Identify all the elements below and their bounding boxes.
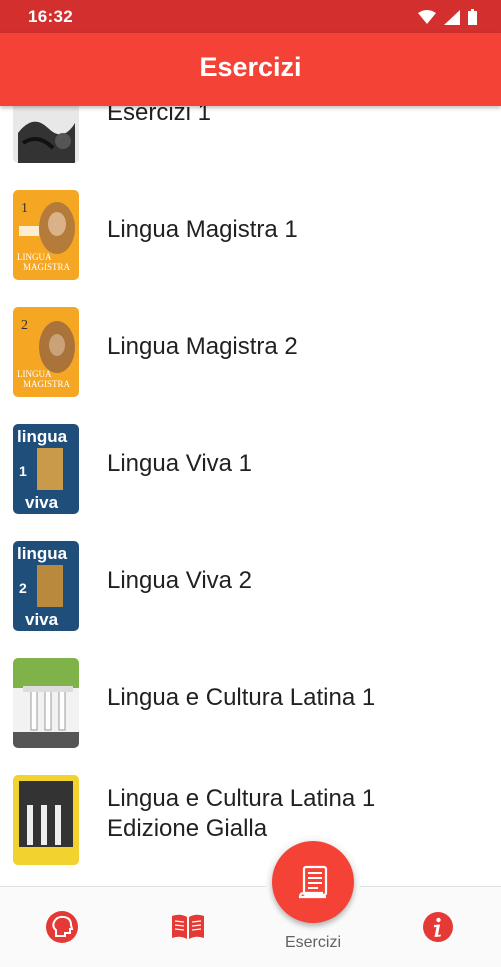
svg-text:MAGISTRA: MAGISTRA xyxy=(23,262,71,272)
lingua-magistra-1-cover: 1 LINGUA MAGISTRA xyxy=(13,190,79,280)
svg-text:2: 2 xyxy=(19,580,27,596)
nav-label-esercizi[interactable]: Esercizi xyxy=(263,934,363,952)
nav-item-library[interactable] xyxy=(170,909,206,945)
svg-text:1: 1 xyxy=(21,201,28,216)
svg-text:LINGUA: LINGUA xyxy=(17,252,52,262)
list-item-title: Lingua Magistra 1 xyxy=(107,216,298,243)
svg-text:viva: viva xyxy=(25,493,59,512)
list-item[interactable]: 2 LINGUA MAGISTRA Lingua Magistra 2 xyxy=(0,284,501,401)
lingua-viva-1-cover: lingua 1 viva xyxy=(13,424,79,514)
list-item[interactable]: Lingua e Cultura Latina 1 Edizione Giall… xyxy=(0,752,501,869)
lingua-viva-2-cover: lingua 2 viva xyxy=(13,541,79,631)
lingua-cultura-latina-1-cover xyxy=(13,658,79,748)
signal-icon xyxy=(444,9,460,25)
info-icon xyxy=(423,912,453,942)
list-item[interactable]: 1 LINGUA MAGISTRA Lingua Magistra 1 xyxy=(0,167,501,284)
lingua-cultura-latina-gialla-cover xyxy=(13,775,79,865)
list-item[interactable]: lingua 1 viva Lingua Viva 1 xyxy=(0,401,501,518)
book-list[interactable]: Esercizi 1 1 LINGUA MAGISTRA Lingua Magi… xyxy=(0,106,501,886)
list-item[interactable] xyxy=(0,869,501,886)
app-bar: Esercizi xyxy=(0,33,501,106)
svg-text:lingua: lingua xyxy=(17,427,68,446)
open-book-icon xyxy=(172,914,204,939)
lingua-magistra-2-cover: 2 LINGUA MAGISTRA xyxy=(13,307,79,397)
nav-item-profile[interactable] xyxy=(44,909,80,945)
esercizi-cover xyxy=(13,106,79,163)
list-item[interactable]: Lingua e Cultura Latina 1 xyxy=(0,635,501,752)
nav-item-info[interactable] xyxy=(420,909,456,945)
battery-icon xyxy=(468,9,477,25)
list-item-title-line1: Lingua e Cultura Latina 1 xyxy=(107,785,376,812)
svg-text:MAGISTRA: MAGISTRA xyxy=(23,379,71,389)
list-item[interactable]: Esercizi 1 xyxy=(0,106,501,167)
list-item-title: Lingua Viva 2 xyxy=(107,567,253,594)
list-item-title: Esercizi 1 xyxy=(107,106,212,126)
svg-text:2: 2 xyxy=(21,318,28,333)
svg-text:LINGUA: LINGUA xyxy=(17,369,52,379)
page-title: Esercizi xyxy=(199,52,302,82)
wifi-icon xyxy=(418,10,436,24)
list-item-title: Lingua e Cultura Latina 1 Edizione Giall… xyxy=(107,784,477,844)
list-item-title: Lingua Magistra 2 xyxy=(107,333,298,360)
svg-text:viva: viva xyxy=(25,610,59,629)
svg-text:lingua: lingua xyxy=(17,544,68,563)
status-bar: 16:32 xyxy=(0,0,501,33)
bottom-navigation xyxy=(0,886,501,967)
scroll-document-icon xyxy=(298,865,328,899)
list-item-title: Lingua Viva 1 xyxy=(107,450,253,477)
svg-text:1: 1 xyxy=(19,463,27,479)
head-profile-icon xyxy=(46,911,78,943)
list-item[interactable]: lingua 2 viva Lingua Viva 2 xyxy=(0,518,501,635)
list-item-title: Lingua e Cultura Latina 1 xyxy=(107,684,376,711)
nav-item-esercizi[interactable] xyxy=(272,841,354,923)
status-time: 16:32 xyxy=(28,7,73,26)
status-icons xyxy=(418,9,477,25)
